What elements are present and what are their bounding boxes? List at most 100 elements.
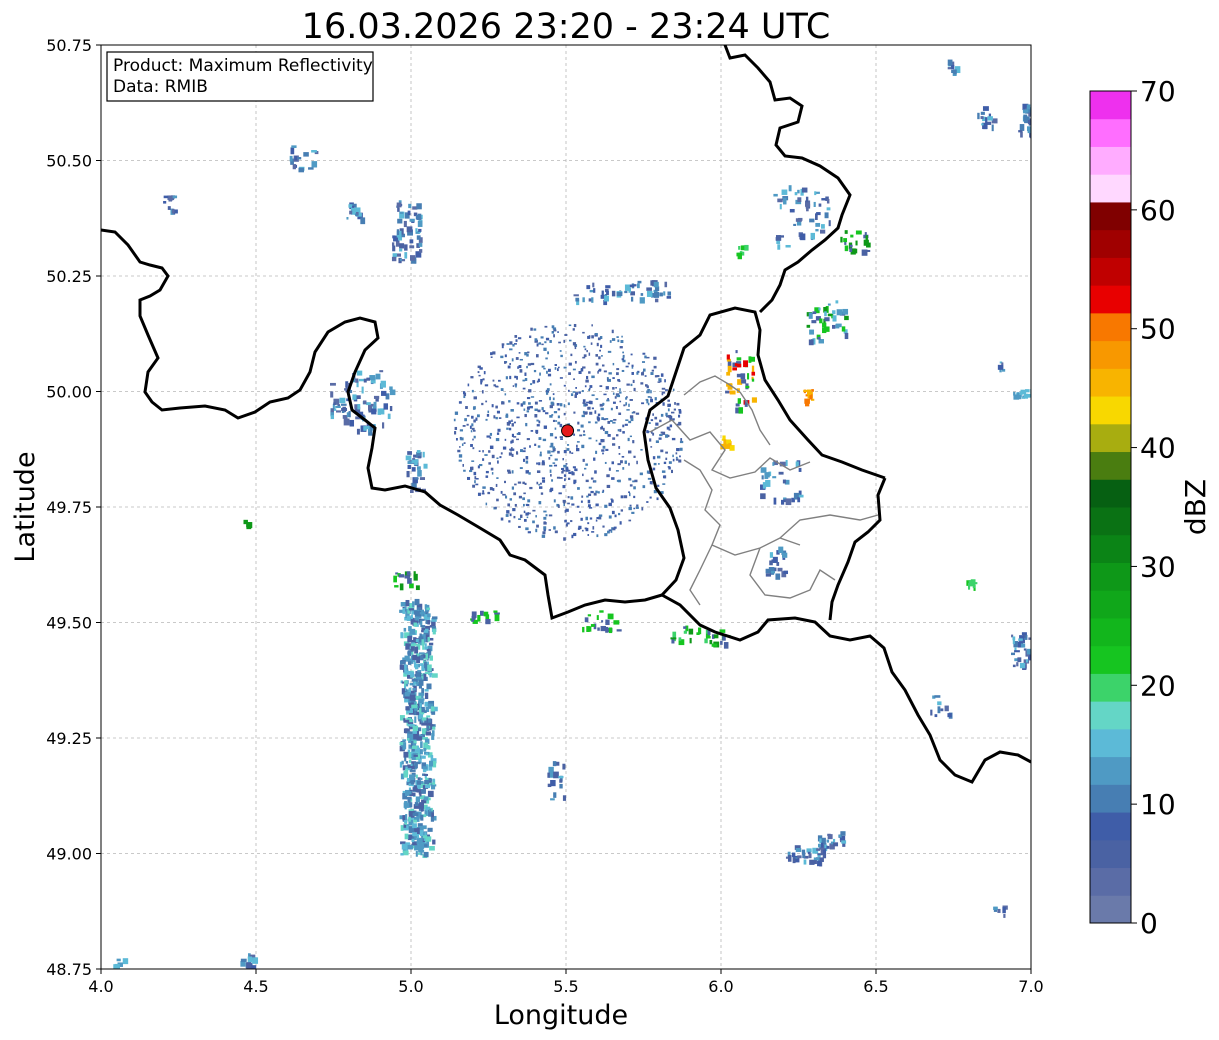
colorbar-segment	[1090, 229, 1131, 258]
clutter-pixel	[591, 324, 593, 327]
clutter-pixel	[598, 442, 602, 446]
colorbar-segment	[1090, 756, 1131, 785]
clutter-pixel	[512, 344, 515, 347]
clutter-pixel	[536, 419, 539, 422]
clutter-pixel	[588, 486, 592, 489]
clutter-pixel	[462, 391, 466, 395]
clutter-pixel	[644, 375, 647, 377]
clutter-pixel	[477, 492, 481, 496]
clutter-pixel	[640, 382, 644, 385]
clutter-pixel	[542, 479, 546, 483]
clutter-pixel	[513, 421, 516, 424]
clutter-pixel	[602, 403, 605, 406]
clutter-pixel	[618, 512, 621, 516]
clutter-pixel	[454, 426, 458, 430]
clutter-pixel	[567, 477, 571, 480]
clutter-pixel	[557, 368, 559, 372]
clutter-pixel	[667, 399, 671, 402]
clutter-pixel	[617, 429, 620, 432]
clutter-pixel	[591, 375, 595, 379]
clutter-pixel	[594, 421, 598, 424]
clutter-pixel	[538, 462, 541, 466]
clutter-pixel	[506, 422, 510, 426]
clutter-pixel	[505, 495, 508, 499]
clutter-pixel	[485, 418, 488, 421]
clutter-pixel	[605, 448, 609, 451]
clutter-pixel	[523, 401, 526, 404]
clutter-pixel	[574, 360, 577, 364]
clutter-pixel	[542, 438, 547, 442]
clutter-pixel	[618, 412, 622, 415]
clutter-pixel	[591, 394, 595, 397]
clutter-pixel	[654, 397, 657, 401]
clutter-pixel	[509, 348, 513, 351]
clutter-pixel	[631, 371, 634, 375]
clutter-pixel	[598, 356, 601, 360]
clutter-pixel	[589, 517, 593, 520]
colorbar-segment	[1090, 285, 1131, 314]
clutter-pixel	[670, 411, 675, 414]
clutter-pixel	[559, 377, 563, 379]
clutter-pixel	[594, 332, 598, 336]
clutter-pixel	[618, 446, 621, 449]
clutter-pixel	[627, 437, 630, 442]
clutter-pixel	[509, 498, 513, 501]
clutter-pixel	[481, 492, 485, 495]
clutter-pixel	[498, 417, 502, 419]
colorbar-segment	[1090, 839, 1131, 869]
colorbar-segment	[1090, 396, 1131, 425]
clutter-pixel	[458, 401, 462, 404]
clutter-pixel	[515, 384, 517, 388]
clutter-pixel	[557, 415, 560, 419]
clutter-pixel	[485, 470, 489, 474]
clutter-pixel	[518, 518, 522, 520]
clutter-pixel	[536, 524, 539, 528]
map-title: 16.03.2026 23:20 - 23:24 UTC	[302, 7, 831, 47]
clutter-pixel	[541, 365, 545, 368]
clutter-pixel	[605, 417, 609, 420]
clutter-pixel	[659, 419, 662, 423]
clutter-pixel	[490, 352, 493, 356]
clutter-pixel	[667, 408, 670, 412]
clutter-pixel	[640, 448, 643, 451]
clutter-pixel	[597, 491, 600, 494]
clutter-pixel	[522, 458, 526, 462]
clutter-pixel	[602, 525, 605, 528]
clutter-pixel	[598, 368, 602, 371]
clutter-pixel	[568, 372, 571, 375]
clutter-pixel	[476, 414, 480, 418]
clutter-pixel	[582, 458, 585, 462]
clutter-pixel	[471, 460, 475, 462]
clutter-pixel	[530, 327, 533, 331]
clutter-pixel	[570, 520, 573, 523]
clutter-pixel	[488, 450, 491, 453]
clutter-pixel	[675, 456, 678, 459]
clutter-pixel	[535, 515, 537, 518]
clutter-pixel	[513, 492, 517, 496]
clutter-pixel	[579, 511, 581, 513]
clutter-pixel	[563, 464, 567, 468]
clutter-pixel	[651, 369, 655, 372]
clutter-pixel	[586, 375, 589, 380]
clutter-pixel	[526, 504, 530, 507]
clutter-pixel	[573, 323, 577, 328]
radar-map-figure: 16.03.2026 23:20 - 23:24 UTC 4.0 4.5 5.0 5.…	[10, 7, 1212, 1031]
clutter-pixel	[639, 472, 643, 476]
clutter-pixel	[612, 362, 615, 366]
clutter-pixel	[485, 475, 489, 478]
clutter-pixel	[632, 411, 636, 414]
clutter-pixel	[469, 469, 473, 473]
colorbar-segment	[1090, 423, 1131, 453]
clutter-pixel	[552, 462, 556, 464]
clutter-pixel	[481, 402, 484, 406]
clutter-pixel	[576, 444, 578, 448]
clutter-pixel	[515, 339, 518, 342]
clutter-pixel	[561, 467, 565, 471]
clutter-pixel	[549, 454, 553, 457]
clutter-pixel	[620, 509, 624, 512]
clutter-pixel	[532, 509, 536, 512]
clutter-pixel	[568, 362, 572, 366]
clutter-pixel	[479, 464, 483, 467]
clutter-pixel	[659, 434, 663, 437]
clutter-pixel	[584, 467, 587, 470]
